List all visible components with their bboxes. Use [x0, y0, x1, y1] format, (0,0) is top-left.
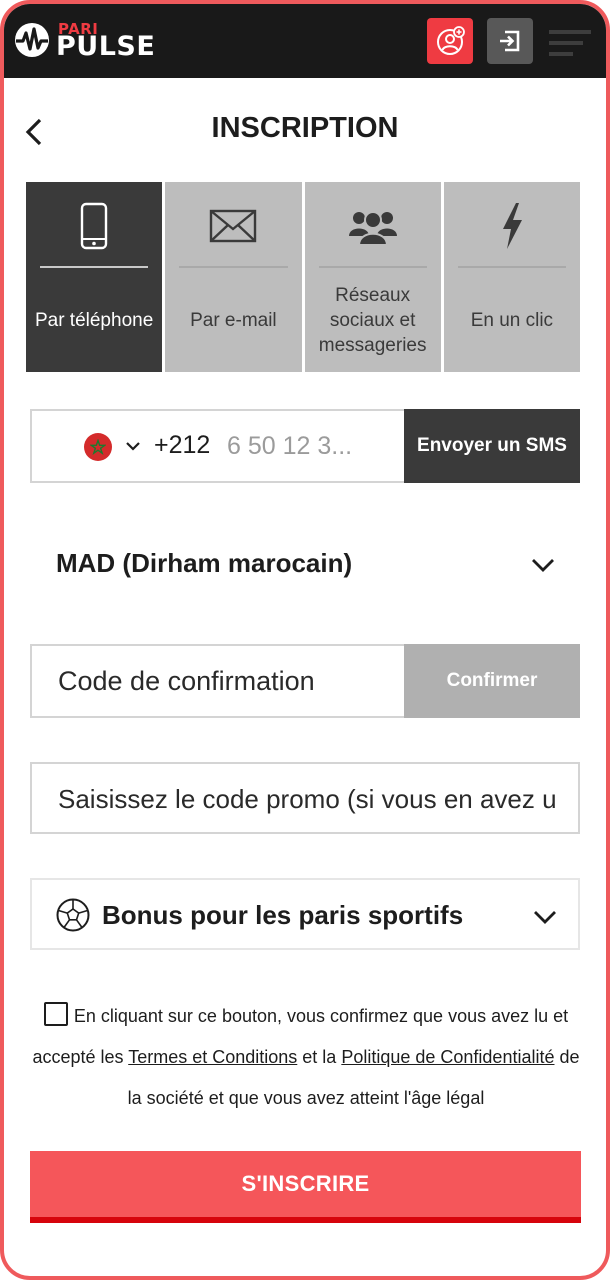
send-sms-button[interactable]: Envoyer un SMS	[404, 409, 580, 483]
bonus-select[interactable]: Bonus pour les paris sportifs	[30, 878, 580, 950]
confirmation-code-input[interactable]	[58, 660, 388, 702]
lightning-icon	[502, 203, 522, 249]
top-bar: PARI PULSE	[4, 4, 606, 78]
terms-text: En cliquant sur ce bouton, vous confirme…	[30, 996, 582, 1119]
tab-by-email[interactable]: Par e-mail	[165, 182, 302, 372]
phone-icon	[80, 202, 108, 250]
register-submit-button[interactable]: S'INSCRIRE	[30, 1151, 581, 1223]
confirm-button[interactable]: Confirmer	[404, 644, 580, 718]
promo-code-input[interactable]	[58, 778, 558, 820]
tab-label: Par téléphone	[34, 309, 154, 331]
tab-label: En un clic	[470, 309, 554, 331]
tab-label: Réseaux sociaux et messageries	[318, 284, 427, 356]
chevron-down-icon	[532, 559, 554, 572]
country-chevron-down-icon[interactable]	[124, 437, 142, 455]
tab-social-networks[interactable]: Réseaux sociaux et messageries	[304, 182, 441, 372]
dial-code: +212	[154, 431, 211, 459]
logo-pulse: PULSE	[56, 31, 156, 62]
currency-select[interactable]: MAD (Dirham marocain)	[30, 524, 580, 604]
registration-tabs: Par téléphone Par e-mail Réseaux sociaux…	[26, 182, 580, 372]
promo-code-row	[30, 762, 580, 834]
phone-number-input[interactable]	[227, 425, 397, 467]
tab-label: Par e-mail	[190, 309, 277, 331]
group-icon	[348, 211, 397, 246]
login-icon	[500, 30, 520, 52]
phone-field-row: +212 Envoyer un SMS	[30, 409, 580, 483]
terms-conditions-link[interactable]: Termes et Conditions	[128, 1047, 297, 1067]
morocco-flag-icon[interactable]	[84, 433, 112, 461]
tab-by-phone[interactable]: Par téléphone	[26, 182, 163, 372]
confirmation-code-row: Confirmer	[30, 644, 580, 718]
terms-checkbox[interactable]	[43, 1002, 68, 1026]
chevron-down-icon	[534, 911, 556, 924]
phone-frame: PARI PULSE INSCRIPTION Par téléphone Par…	[0, 0, 610, 1280]
envelope-icon	[210, 209, 257, 243]
menu-icon[interactable]	[547, 28, 593, 58]
terms-text-part: et la	[297, 1047, 342, 1067]
register-button[interactable]	[427, 18, 473, 64]
privacy-policy-link[interactable]: Politique de Confidentialité	[341, 1047, 554, 1067]
tab-one-click[interactable]: En un clic	[443, 182, 580, 372]
page-title: INSCRIPTION	[211, 112, 399, 144]
logo-mark-icon	[15, 23, 49, 57]
login-button[interactable]	[487, 18, 533, 64]
soccer-ball-icon	[56, 898, 90, 932]
logo[interactable]: PARI PULSE	[14, 20, 174, 62]
user-add-icon	[437, 26, 465, 55]
bonus-label: Bonus pour les paris sportifs	[102, 900, 464, 930]
currency-value: MAD (Dirham marocain)	[56, 548, 353, 578]
